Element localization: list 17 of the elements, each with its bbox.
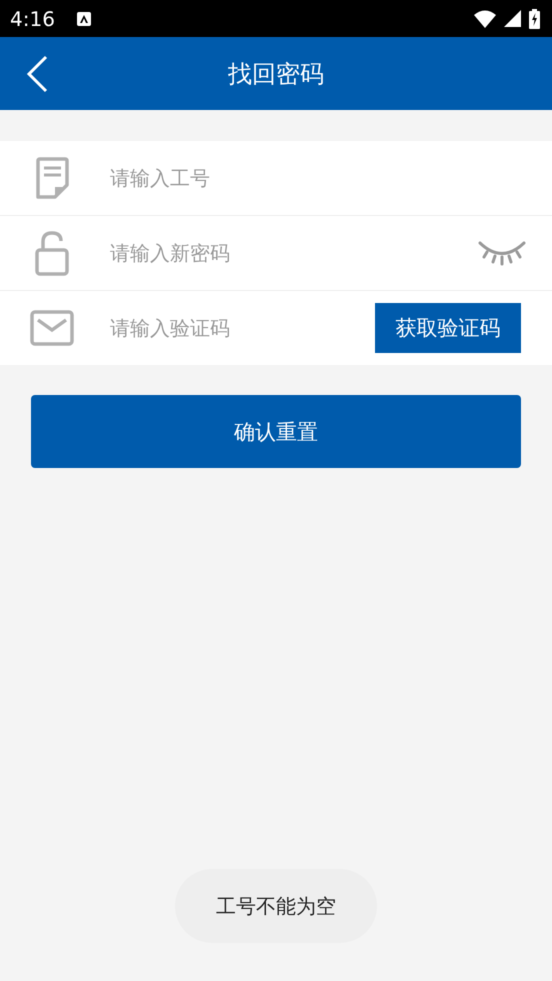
page-title: 找回密码 [228,58,324,90]
wifi-icon [474,10,496,28]
get-code-button[interactable]: 获取验证码 [375,303,521,353]
input-field[interactable]: 请输入验证码 [108,307,375,349]
input-field[interactable]: 请输入新密码 [108,232,478,274]
input-field[interactable]: 请输入工号 [108,157,552,199]
signal-icon [504,10,521,27]
toast-message: 工号不能为空 [175,869,377,943]
status-time: 4:16 [10,6,55,30]
unlocked-padlock-icon [34,230,70,276]
notification-icon [76,12,91,26]
confirm-reset-button[interactable]: 确认重置 [31,395,521,468]
envelope-icon [30,310,74,346]
back-icon[interactable] [26,55,48,93]
document-icon [34,157,70,199]
battery-icon [529,8,540,28]
closed-eye-icon[interactable] [478,240,526,266]
